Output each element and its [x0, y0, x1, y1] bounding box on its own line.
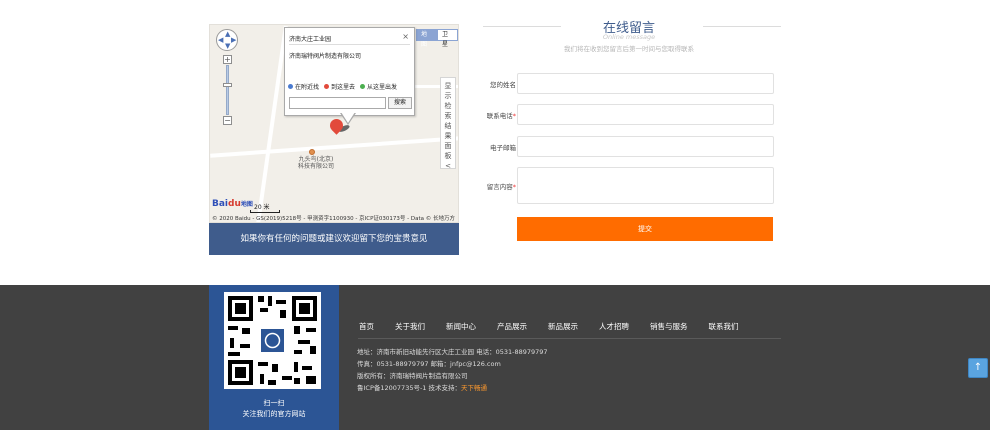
footer-nav-products[interactable]: 产品展示	[497, 321, 527, 332]
content-textarea[interactable]	[517, 167, 774, 204]
maptype-satellite-button[interactable]: 卫星	[437, 29, 458, 48]
qr-code	[224, 292, 321, 389]
route-from-here-link[interactable]: 从这里出发	[360, 82, 397, 91]
map-pan-control[interactable]: ▲ ▼ ◀ ▶	[216, 29, 238, 51]
footer-nav-contact[interactable]: 联系我们	[709, 321, 739, 332]
info-window-search-button[interactable]: 搜索	[388, 97, 412, 109]
map-road	[210, 136, 458, 158]
zoom-out-button[interactable]: −	[223, 116, 232, 125]
info-window-title: 济南大庄工业园	[289, 36, 332, 43]
info-window-tail	[341, 112, 355, 123]
name-label: 您的姓名	[490, 81, 516, 89]
pin-icon	[360, 84, 366, 89]
message-subtitle: Online message	[602, 33, 656, 41]
tech-support-link[interactable]: 天下畅通	[461, 384, 487, 392]
content-label: 留言内容*	[486, 183, 516, 191]
info-window-close-icon[interactable]: ×	[402, 32, 409, 41]
map-info-window: 济南大庄工业园 × 济南瑞特阀片制造有限公司 在附近找 到这里去 从这里出发 搜…	[284, 27, 415, 116]
map-caption: 如果你有任何的问题或建议欢迎留下您的宝贵意见	[209, 223, 459, 255]
poi-label: 九头鸟(北京) 科技有限公司	[298, 156, 335, 170]
info-window-links: 在附近找 到这里去 从这里出发	[288, 82, 402, 91]
submit-button[interactable]: 提交	[517, 217, 773, 241]
qr-label: 扫一扫	[263, 399, 285, 407]
footer-nav: 首页 关于我们 新闻中心 产品展示 新品展示 人才招聘 销售与服务 联系我们	[359, 321, 739, 332]
map-scale-bar	[250, 210, 280, 213]
name-input[interactable]	[517, 73, 774, 94]
poi-icon	[309, 149, 315, 155]
footer-divider	[358, 338, 781, 339]
phone-input[interactable]	[517, 104, 774, 125]
footer-nav-new-products[interactable]: 新品展示	[548, 321, 578, 332]
baidu-logo: Baidu地图	[212, 199, 253, 209]
footer-nav-jobs[interactable]: 人才招聘	[599, 321, 629, 332]
back-to-top-button[interactable]: ↑	[968, 358, 988, 378]
info-window-body: 济南瑞特阀片制造有限公司	[289, 53, 362, 60]
map-type-switch[interactable]: 地图 卫星	[416, 29, 458, 48]
email-label: 电子邮箱	[490, 144, 516, 152]
email-input[interactable]	[517, 136, 774, 157]
qr-caption: 关注我们的官方网站	[242, 410, 306, 418]
phone-label: 联系电话*	[486, 112, 516, 120]
footer-nav-sales[interactable]: 销售与服务	[650, 321, 688, 332]
footer-nav-home[interactable]: 首页	[359, 321, 374, 332]
info-window-search-input[interactable]	[289, 97, 386, 109]
baidu-map[interactable]: ▲ ▼ ◀ ▶ + − 地图 卫星 济南大庄工业园 × 济南瑞特阀片制造有限公司…	[209, 24, 459, 223]
results-panel-toggle[interactable]: 显示检索结果面板<	[440, 77, 456, 170]
footer-fax-email: 传真：0531-88979797 邮箱：jnfpc@126.com	[357, 360, 501, 368]
zoom-slider-track[interactable]	[226, 65, 229, 115]
title-divider-left	[483, 26, 561, 27]
footer-address: 地址：济南市新旧动能先行区大庄工业园 电话：0531-88979797	[357, 348, 548, 356]
search-icon	[288, 84, 293, 89]
map-copyright: © 2020 Baidu - GS(2019)5218号 - 甲测资字11009…	[212, 216, 456, 222]
zoom-slider-thumb[interactable]	[223, 83, 232, 87]
nearby-search-link[interactable]: 在附近找	[288, 82, 319, 91]
info-window-divider	[289, 44, 410, 45]
footer-icp: 鲁ICP备12007735号-1 技术支持：天下畅通	[357, 384, 488, 392]
footer-nav-news[interactable]: 新闻中心	[446, 321, 476, 332]
footer-copyright: 版权所有：济南瑞特阀片制造有限公司	[357, 372, 468, 380]
route-to-here-link[interactable]: 到这里去	[324, 82, 355, 91]
maptype-map-button[interactable]: 地图	[416, 29, 437, 48]
message-description: 我们将在收到您留言后第一时间与您取得联系	[564, 45, 694, 53]
title-divider-right	[703, 26, 781, 27]
pin-icon	[324, 84, 330, 89]
zoom-in-button[interactable]: +	[223, 55, 232, 64]
footer-nav-about[interactable]: 关于我们	[395, 321, 425, 332]
map-zoom-control[interactable]: + −	[223, 55, 232, 125]
